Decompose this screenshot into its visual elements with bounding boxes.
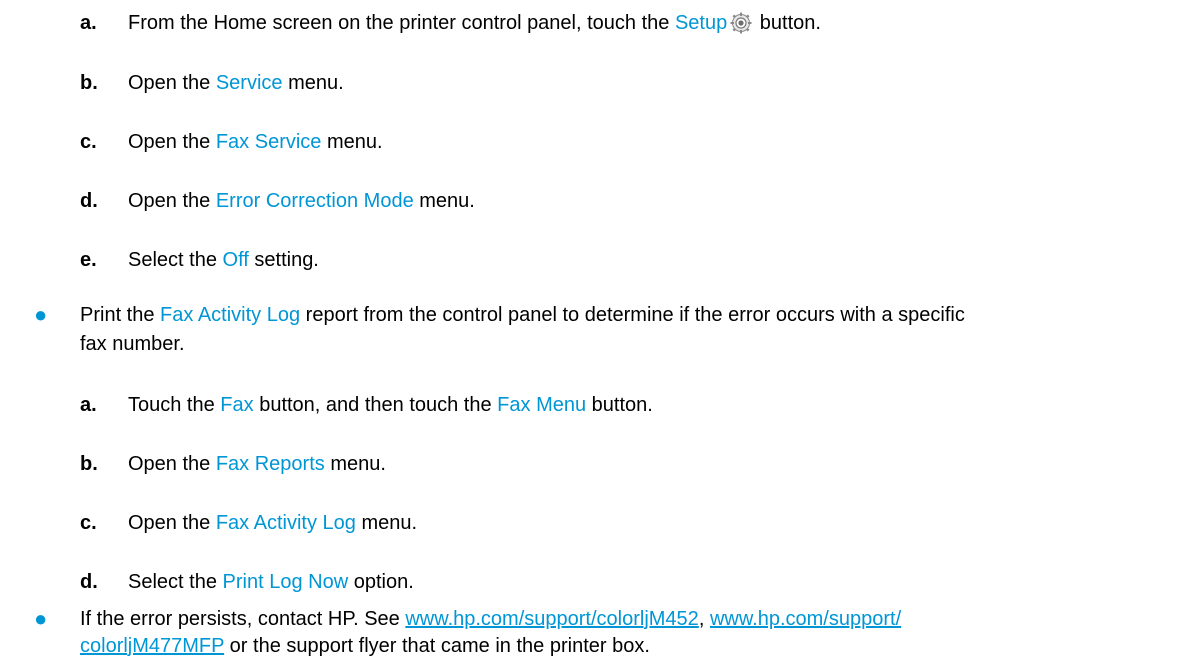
log-step-d: d. Select the Print Log Now option.	[0, 569, 1180, 595]
step-text: Open the Fax Reports menu.	[128, 451, 386, 477]
step-letter: b.	[80, 453, 98, 475]
setup-step-e: e. Select the Off setting.	[0, 247, 1180, 273]
setup-step-a: a. From the Home screen on the printer c…	[0, 10, 1180, 36]
bullet-text-line2: fax number.	[80, 333, 185, 355]
fax-service-menu-label: Fax Service	[215, 131, 322, 153]
setup-step-d: d. Open the Error Correction Mode menu.	[0, 188, 1180, 214]
step-text-pre: Select the	[128, 571, 223, 593]
step-letter: c.	[80, 512, 97, 534]
step-letter: b.	[80, 72, 98, 94]
support-link-m477mfp[interactable]: www.hp.com/support/	[710, 608, 901, 630]
step-text-post: menu.	[321, 131, 383, 153]
bullet-text-post: report from the control panel to determi…	[300, 304, 965, 326]
step-text-pre: Open the	[128, 131, 216, 153]
log-step-c: c. Open the Fax Activity Log menu.	[0, 510, 1180, 536]
step-letter: e.	[80, 249, 97, 271]
bullet-text-post: or the support flyer that came in the pr…	[224, 635, 650, 657]
bullet-icon: ●	[34, 606, 48, 631]
fax-activity-log-label: Fax Activity Log	[160, 304, 301, 326]
link-separator: ,	[698, 608, 710, 630]
step-text-post: menu.	[324, 453, 386, 475]
setup-step-c: c. Open the Fax Service menu.	[0, 129, 1180, 155]
step-text: Select the Off setting.	[128, 247, 319, 273]
fax-menu-button-label: Fax Menu	[497, 394, 587, 416]
gear-icon	[730, 12, 752, 34]
print-log-now-option-label: Print Log Now	[222, 571, 349, 593]
step-text-pre: Open the	[128, 512, 216, 534]
step-text-pre: Select the	[128, 249, 223, 271]
bullet-text-pre: Print the	[80, 304, 161, 326]
off-setting-label: Off	[222, 249, 249, 271]
bullet-text: Print the Fax Activity Log report from t…	[80, 302, 965, 328]
step-text-pre: Open the	[128, 190, 216, 212]
step-letter: d.	[80, 571, 98, 593]
step-letter: a.	[80, 394, 97, 416]
log-step-b: b. Open the Fax Reports menu.	[0, 451, 1180, 477]
step-text: Select the Print Log Now option.	[128, 569, 414, 595]
fax-reports-menu-label: Fax Reports	[215, 453, 325, 475]
step-text-post: menu.	[355, 512, 418, 534]
fax-button-label: Fax	[220, 394, 254, 416]
step-letter: c.	[80, 131, 97, 153]
step-text-post: menu.	[282, 72, 344, 94]
log-step-a: a. Touch the Fax button, and then touch …	[0, 392, 1180, 418]
step-text-pre: Open the	[128, 453, 216, 475]
step-text-mid: button, and then touch the	[253, 394, 498, 416]
bullet-text-line2: colorljM477MFP or the support flyer that…	[80, 633, 650, 659]
bullet-icon: ●	[34, 302, 48, 327]
bullet-text-pre: If the error persists, contact HP. See	[80, 608, 406, 630]
bullet-fax-activity-log: ● Print the Fax Activity Log report from…	[0, 302, 1180, 358]
bullet-text: If the error persists, contact HP. See w…	[80, 606, 901, 632]
setup-menu-label: Setup	[674, 12, 728, 34]
bullet-contact-hp: ● If the error persists, contact HP. See…	[0, 606, 1180, 662]
step-text-pre: Touch the	[128, 394, 221, 416]
step-text-post: button.	[586, 394, 653, 416]
step-letter: a.	[80, 12, 97, 34]
step-text-post: setting.	[248, 249, 319, 271]
step-text: Open the Service menu.	[128, 70, 344, 96]
step-text: Open the Error Correction Mode menu.	[128, 188, 475, 214]
step-text: Touch the Fax button, and then touch the…	[128, 392, 653, 418]
support-link-m452[interactable]: www.hp.com/support/colorljM452	[405, 608, 698, 630]
step-letter: d.	[80, 190, 98, 212]
step-text-post: menu.	[413, 190, 475, 212]
setup-step-b: b. Open the Service menu.	[0, 70, 1180, 96]
step-text: From the Home screen on the printer cont…	[128, 10, 821, 36]
step-text-pre: Open the	[128, 72, 216, 94]
service-menu-label: Service	[215, 72, 283, 94]
step-text: Open the Fax Service menu.	[128, 129, 383, 155]
step-text: Open the Fax Activity Log menu.	[128, 510, 417, 536]
step-text-post: option.	[348, 571, 414, 593]
support-link-m477mfp-continued[interactable]: colorljM477MFP	[80, 635, 224, 657]
step-text-post: button.	[754, 12, 821, 34]
fax-activity-log-menu-label: Fax Activity Log	[215, 512, 356, 534]
error-correction-mode-menu-label: Error Correction Mode	[215, 190, 414, 212]
step-text-pre: From the Home screen on the printer cont…	[128, 12, 675, 34]
